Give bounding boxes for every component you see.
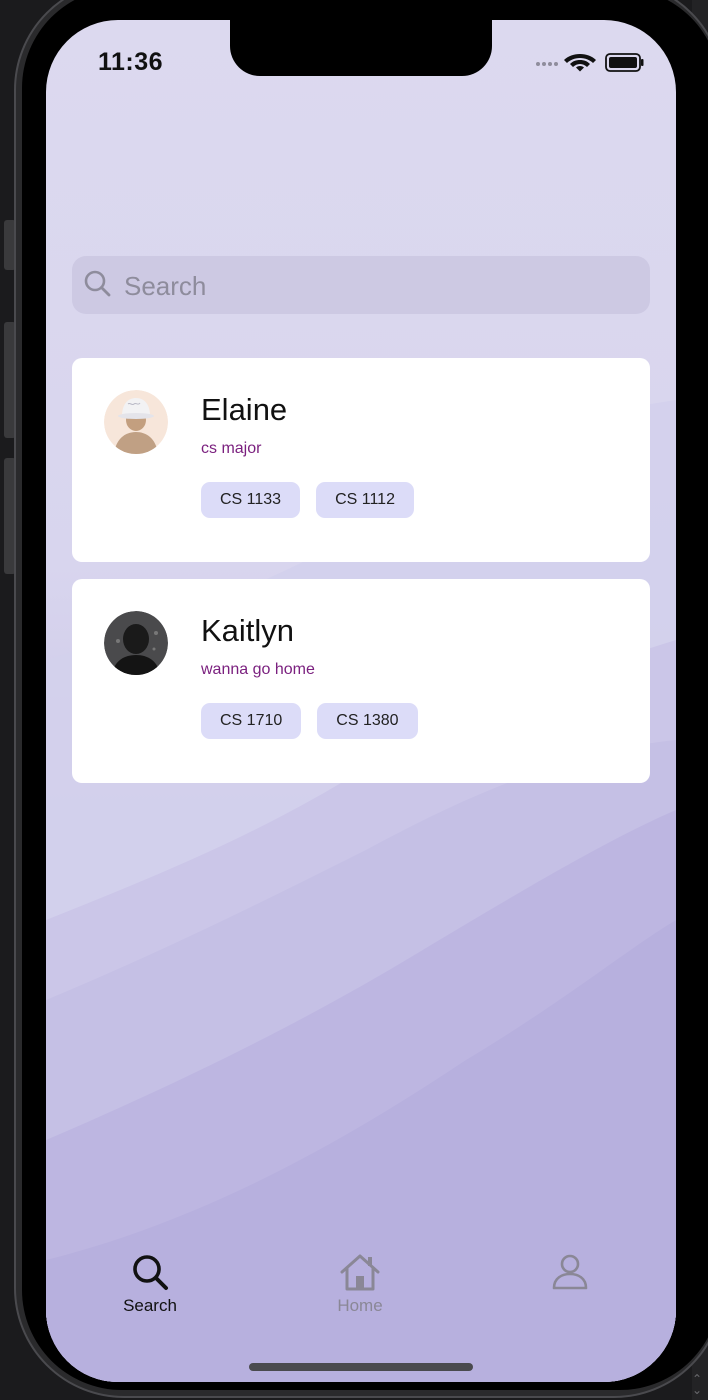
battery-icon bbox=[605, 53, 644, 72]
wifi-icon bbox=[564, 54, 596, 72]
search-icon bbox=[84, 270, 111, 297]
tab-bar: Search Home bbox=[46, 1252, 676, 1332]
course-chips: CS 1710 CS 1380 bbox=[201, 703, 418, 739]
course-chip[interactable]: CS 1133 bbox=[201, 482, 301, 518]
course-chip[interactable]: CS 1380 bbox=[317, 703, 418, 739]
resize-handle-icon: ⌃ ⌄ bbox=[691, 1372, 703, 1397]
course-chips: CS 1133 CS 1112 bbox=[201, 482, 414, 518]
tab-label: Search bbox=[123, 1296, 177, 1315]
person-icon bbox=[552, 1254, 588, 1290]
user-card-elaine[interactable]: Elaine cs major CS 1133 CS 1112 bbox=[72, 358, 650, 562]
user-bio: wanna go home bbox=[201, 661, 315, 678]
user-name: Elaine bbox=[201, 392, 288, 427]
status-time: 11:36 bbox=[98, 48, 164, 76]
signal-dots-icon bbox=[536, 62, 558, 66]
user-name: Kaitlyn bbox=[201, 613, 295, 648]
notch bbox=[230, 20, 492, 76]
user-bio: cs major bbox=[201, 440, 262, 457]
status-icons bbox=[530, 50, 646, 74]
search-bar[interactable] bbox=[72, 256, 650, 316]
bucket-hat-avatar-icon bbox=[104, 390, 168, 454]
search-input[interactable] bbox=[122, 256, 626, 316]
course-chip[interactable]: CS 1710 bbox=[201, 703, 302, 739]
phone-screen: 11:36 Search Elaine cs major CS 1133 CS … bbox=[46, 20, 676, 1382]
tab-search[interactable]: Search bbox=[90, 1252, 210, 1332]
search-icon bbox=[133, 1255, 168, 1290]
avatar-elaine bbox=[104, 390, 168, 454]
user-card-kaitlyn[interactable]: Kaitlyn wanna go home CS 1710 CS 1380 bbox=[72, 579, 650, 783]
avatar-kaitlyn bbox=[104, 611, 168, 675]
tab-home[interactable]: Home bbox=[300, 1252, 420, 1332]
home-indicator bbox=[249, 1363, 473, 1371]
tab-profile[interactable] bbox=[510, 1252, 630, 1332]
tab-label: Home bbox=[337, 1296, 383, 1315]
course-chip[interactable]: CS 1112 bbox=[316, 482, 414, 518]
house-icon bbox=[340, 1254, 380, 1291]
dark-silhouette-avatar-icon bbox=[104, 611, 168, 675]
